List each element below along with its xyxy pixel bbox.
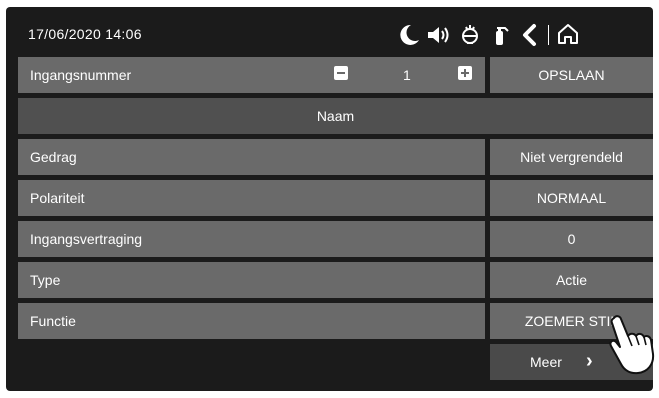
input-number-label: Ingangsnummer [30, 67, 132, 83]
decrement-button[interactable] [334, 66, 348, 80]
behavior-label: Gedrag [30, 149, 77, 165]
status-bar: 17/06/2020 14:06 [6, 7, 653, 55]
polarity-label: Polariteit [30, 190, 85, 206]
input-number-row: Ingangsnummer 1 [18, 57, 485, 93]
home-icon[interactable] [556, 22, 580, 46]
moon-icon[interactable] [397, 23, 421, 47]
name-field[interactable]: Naam [18, 98, 653, 134]
chevron-right-icon: › [586, 350, 593, 372]
input-number-value: 1 [403, 67, 411, 83]
bell-icon[interactable] [458, 23, 482, 47]
fire-extinguisher-icon[interactable] [488, 23, 512, 47]
type-row: Type [18, 262, 485, 298]
back-icon[interactable] [518, 23, 542, 47]
delay-value-button[interactable]: 0 [490, 221, 653, 257]
speaker-icon[interactable] [426, 23, 450, 47]
type-value-button[interactable]: Actie [490, 262, 653, 298]
behavior-row: Gedrag [18, 139, 485, 175]
polarity-value-button[interactable]: NORMAAL [490, 180, 653, 216]
more-label: Meer [530, 354, 562, 370]
delay-label: Ingangsvertraging [30, 231, 143, 247]
type-label: Type [30, 272, 61, 288]
pointing-hand-icon [609, 315, 655, 375]
datetime-label: 17/06/2020 14:06 [28, 26, 142, 42]
function-row: Functie [18, 303, 485, 339]
increment-button[interactable] [458, 66, 472, 80]
behavior-value-button[interactable]: Niet vergrendeld [490, 139, 653, 175]
save-button[interactable]: OPSLAAN [490, 57, 653, 93]
function-label: Functie [30, 313, 76, 329]
device-screen: 17/06/2020 14:06 Ingangsnummer 1 OPSLAAN… [6, 7, 653, 391]
polarity-row: Polariteit [18, 180, 485, 216]
toolbar-divider [548, 25, 549, 45]
delay-row: Ingangsvertraging [18, 221, 485, 257]
